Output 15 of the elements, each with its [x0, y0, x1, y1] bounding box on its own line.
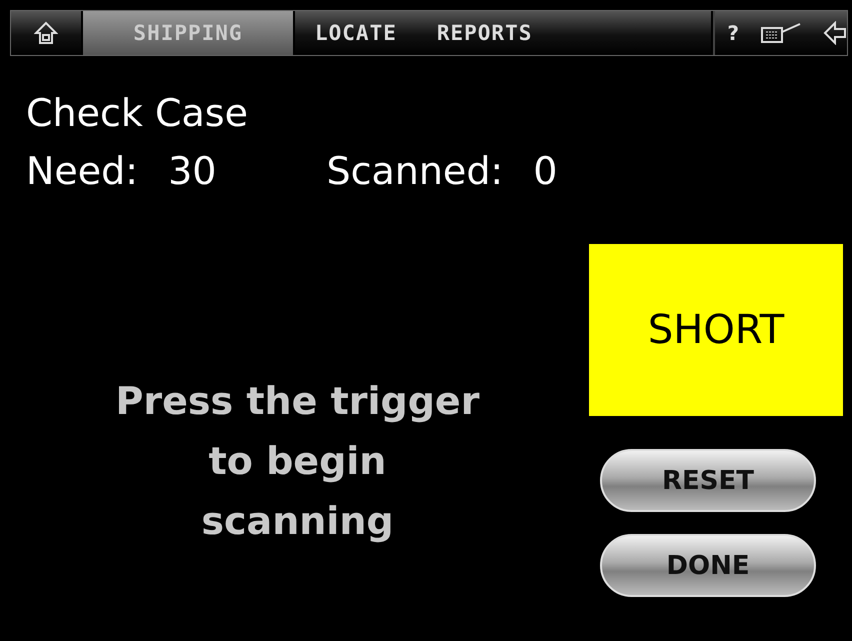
count-value: 30: [168, 148, 216, 194]
instruction-text: Press the trigger to begin scanning: [114, 378, 480, 544]
status-indicator: SHORT: [589, 244, 843, 416]
back-arrow-icon[interactable]: [823, 21, 847, 45]
nav-tab[interactable]: LOCATE: [295, 11, 417, 55]
nav-tab[interactable]: REPORTS: [416, 11, 552, 55]
screen-title: Check Case: [26, 90, 248, 136]
help-button[interactable]: ?: [727, 21, 739, 45]
home-icon[interactable]: [34, 21, 58, 45]
keyboard-icon[interactable]: [761, 22, 801, 44]
count-label: Scanned:: [326, 148, 504, 194]
count-label: Need:: [26, 148, 138, 194]
action-button[interactable]: DONE: [600, 534, 816, 597]
count-value: 0: [533, 148, 558, 194]
action-button[interactable]: RESET: [600, 449, 816, 512]
